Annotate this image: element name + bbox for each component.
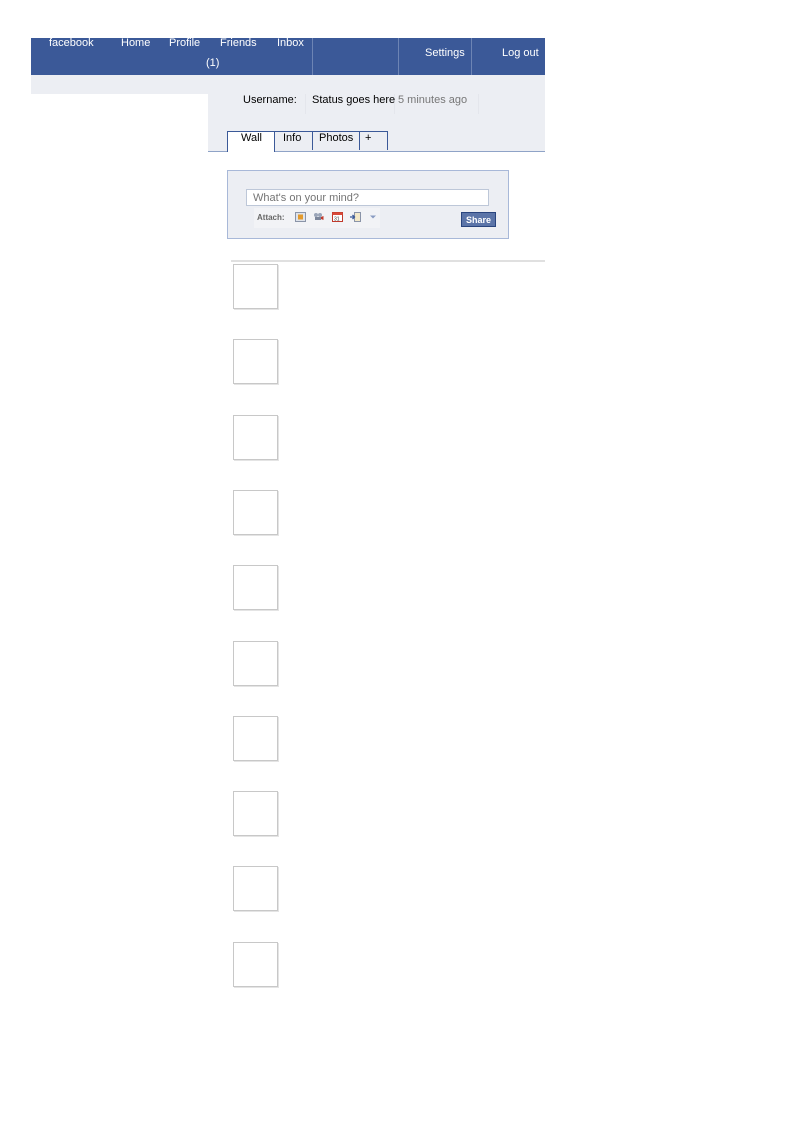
event-icon[interactable]: 31 [332, 212, 343, 223]
post-thumbnail[interactable] [233, 264, 278, 309]
video-icon[interactable] [313, 212, 324, 221]
status-divider [478, 94, 479, 114]
status-text: Status goes here [312, 94, 396, 106]
inbox-count-badge[interactable]: (1) [206, 58, 219, 69]
nav-inbox-link[interactable]: Inbox [277, 38, 304, 49]
tab-info[interactable]: Info [274, 131, 313, 150]
status-publisher: Attach: 31 Share [227, 170, 509, 239]
status-timestamp: 5 minutes ago [398, 94, 468, 106]
username-label: Username: [243, 94, 297, 106]
post-thumbnail[interactable] [233, 339, 278, 384]
share-button[interactable]: Share [461, 212, 496, 227]
post-thumbnail[interactable] [233, 641, 278, 686]
nav-home-link[interactable]: Home [121, 38, 150, 49]
nav-profile-link[interactable]: Profile [169, 38, 200, 49]
sub-header-bar [31, 75, 545, 94]
post-thumbnail[interactable] [233, 866, 278, 911]
post-thumbnail[interactable] [233, 565, 278, 610]
nav-divider [471, 38, 472, 75]
tab-label: + [365, 132, 372, 144]
feed-divider [231, 260, 545, 262]
dropdown-arrow-icon[interactable] [368, 212, 378, 221]
tab-add[interactable]: + [359, 131, 388, 150]
nav-settings-link[interactable]: Settings [425, 48, 465, 59]
post-thumbnail[interactable] [233, 791, 278, 836]
post-thumbnail[interactable] [233, 415, 278, 460]
top-nav-bar: facebook Home Profile Friends Inbox (1) … [31, 38, 545, 75]
post-thumbnail[interactable] [233, 716, 278, 761]
photo-icon[interactable] [295, 212, 306, 222]
nav-logout-link[interactable]: Log out [502, 48, 539, 59]
tab-label: Photos [319, 132, 354, 144]
link-icon[interactable] [350, 212, 361, 222]
nav-divider [398, 38, 399, 75]
attach-bar: Attach: 31 [254, 208, 380, 228]
tab-label: Wall [241, 132, 262, 144]
tab-photos[interactable]: Photos [312, 131, 360, 150]
tab-label: Info [283, 132, 302, 144]
tab-wall[interactable]: Wall [227, 131, 275, 152]
status-input[interactable] [246, 189, 489, 206]
post-thumbnail[interactable] [233, 490, 278, 535]
status-divider [305, 94, 306, 114]
facebook-logo-link[interactable]: facebook [49, 38, 94, 49]
svg-text:31: 31 [334, 217, 340, 223]
attach-label: Attach: [257, 213, 285, 222]
post-thumbnail[interactable] [233, 942, 278, 987]
nav-friends-link[interactable]: Friends [220, 38, 257, 49]
nav-divider [312, 38, 313, 75]
